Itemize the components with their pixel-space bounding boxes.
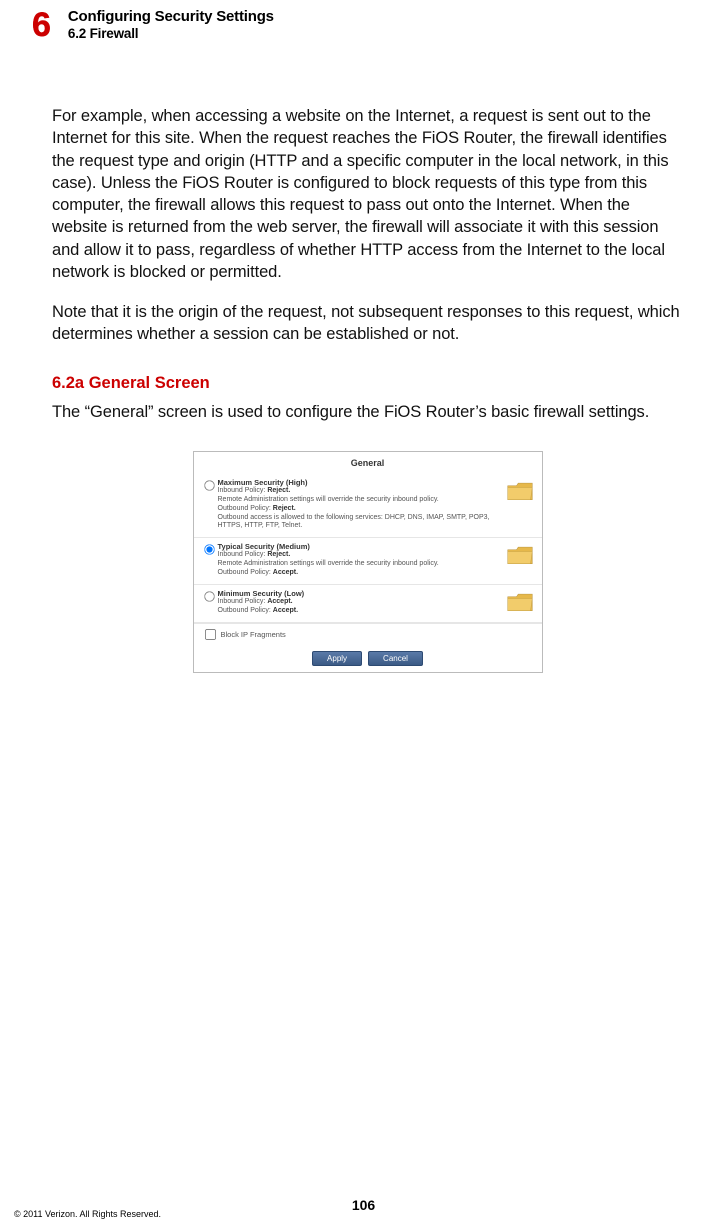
panel-title: General: [194, 456, 542, 474]
chapter-number: 6: [32, 6, 50, 45]
folder-icon: [506, 480, 534, 502]
copyright-text: © 2011 Verizon. All Rights Reserved.: [14, 1209, 161, 1219]
option-text-medium: Typical Security (Medium) Inbound Policy…: [218, 542, 536, 578]
subsection-title: 6.2a General Screen: [52, 374, 683, 393]
general-panel: General Maximum Security (High) Inbound …: [193, 451, 543, 673]
security-option-medium[interactable]: Typical Security (Medium) Inbound Policy…: [194, 538, 542, 585]
option-text-high: Maximum Security (High) Inbound Policy: …: [218, 478, 536, 531]
chapter-title: Configuring Security Settings: [68, 8, 274, 25]
body-paragraph-1: For example, when accessing a website on…: [52, 105, 683, 283]
block-ip-label: Block IP Fragments: [221, 630, 286, 639]
block-ip-checkbox[interactable]: [204, 629, 215, 640]
security-option-low[interactable]: Minimum Security (Low) Inbound Policy: A…: [194, 585, 542, 623]
folder-icon: [506, 591, 534, 613]
option-text-low: Minimum Security (Low) Inbound Policy: A…: [218, 589, 536, 616]
body-paragraph-3: The “General” screen is used to configur…: [52, 401, 683, 423]
apply-button[interactable]: Apply: [312, 651, 362, 666]
radio-high[interactable]: [204, 480, 214, 490]
section-label: 6.2 Firewall: [68, 26, 274, 41]
radio-low[interactable]: [204, 591, 214, 601]
folder-icon: [506, 544, 534, 566]
security-option-high[interactable]: Maximum Security (High) Inbound Policy: …: [194, 474, 542, 538]
block-ip-fragments-row: Block IP Fragments: [194, 623, 542, 647]
radio-medium[interactable]: [204, 544, 214, 554]
cancel-button[interactable]: Cancel: [368, 651, 423, 666]
body-paragraph-2: Note that it is the origin of the reques…: [52, 301, 683, 346]
